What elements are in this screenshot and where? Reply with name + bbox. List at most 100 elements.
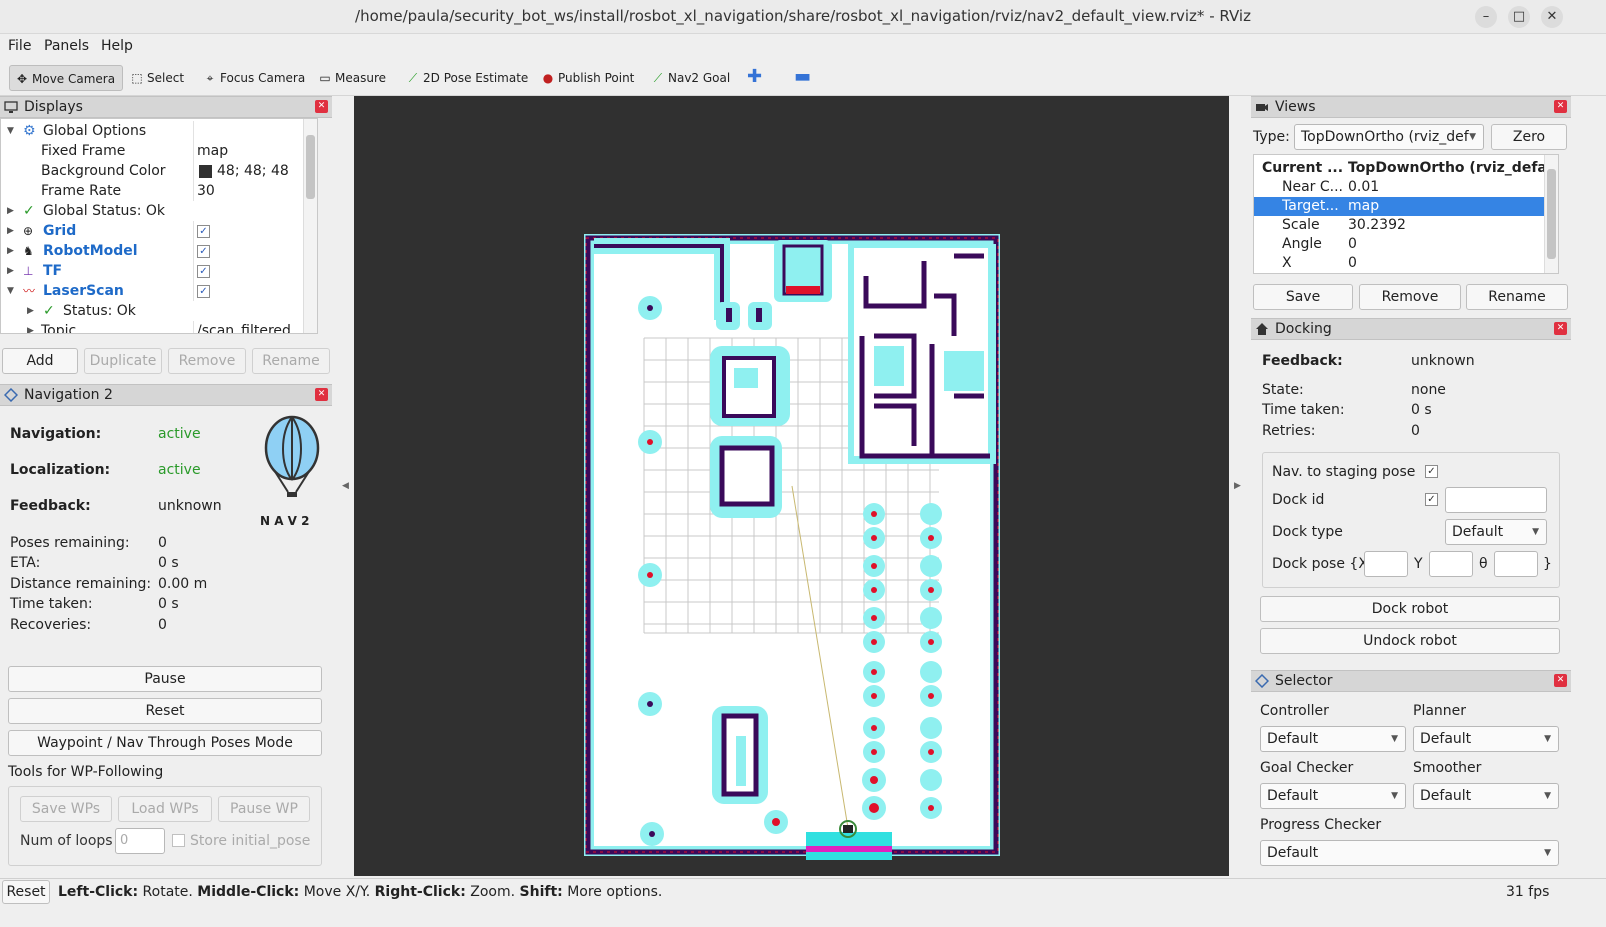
robot-model [843, 825, 853, 833]
controller-select[interactable]: Default ▼ [1260, 726, 1406, 752]
tree-row-fixed-frame[interactable]: Fixed Frame map [1, 141, 317, 161]
save-view-button[interactable]: Save [1253, 284, 1353, 310]
goal-checker-select[interactable]: Default ▼ [1260, 783, 1406, 809]
undock-robot-button[interactable]: Undock robot [1260, 628, 1560, 654]
rviz-3d-viewport[interactable] [354, 96, 1229, 876]
nav2-goal-tool[interactable]: ⟋ Nav2 Goal [646, 65, 734, 91]
remove-display-button[interactable]: Remove [168, 348, 246, 374]
property-value[interactable]: 0.01 [1348, 178, 1379, 197]
tree-row-global-status[interactable]: ▶ ✓ Global Status: Ok [1, 201, 317, 221]
view-property-row-selected[interactable]: Target... map [1254, 197, 1546, 216]
maximize-button[interactable]: □ [1508, 6, 1530, 28]
enable-checkbox[interactable]: ✓ [197, 265, 210, 278]
reset-button[interactable]: Reset [8, 698, 322, 724]
smoother-select[interactable]: Default ▼ [1413, 783, 1559, 809]
scrollbar-thumb[interactable] [306, 135, 315, 199]
tree-value[interactable]: 48; 48; 48 [217, 161, 289, 181]
view-property-row[interactable]: Angle 0 [1254, 235, 1546, 254]
displays-tree[interactable]: ▼ ⚙ Global Options Fixed Frame map Backg… [0, 118, 318, 334]
tree-row-tf[interactable]: ▶ ⊥ TF ✓ [1, 261, 317, 281]
menu-help[interactable]: Help [101, 38, 133, 54]
column-divider [193, 141, 194, 161]
view-property-row[interactable]: Scale 30.2392 [1254, 216, 1546, 235]
waypoint-mode-button[interactable]: Waypoint / Nav Through Poses Mode [8, 730, 322, 756]
tree-value[interactable]: map [197, 141, 228, 161]
tree-row-grid[interactable]: ▶ ⊕ Grid ✓ [1, 221, 317, 241]
view-property-row[interactable]: X 0 [1254, 254, 1546, 273]
close-panel-icon[interactable]: ✕ [315, 100, 328, 113]
tree-scrollbar[interactable] [303, 119, 317, 333]
view-property-header[interactable]: Current ... TopDownOrtho (rviz_defaul... [1254, 159, 1558, 178]
tree-row-background-color[interactable]: Background Color 48; 48; 48 [1, 161, 317, 181]
enable-checkbox[interactable]: ✓ [197, 245, 210, 258]
property-value[interactable]: 30.2392 [1348, 216, 1406, 235]
planner-select[interactable]: Default ▼ [1413, 726, 1559, 752]
add-tool-button[interactable]: ✚ [743, 65, 766, 91]
load-wps-button[interactable]: Load WPs [118, 796, 212, 822]
close-window-button[interactable]: ✕ [1541, 6, 1563, 28]
staging-pose-checkbox[interactable]: ✓ [1425, 465, 1438, 478]
close-panel-icon[interactable]: ✕ [1554, 100, 1567, 113]
measure-tool[interactable]: ▭ Measure [313, 65, 390, 91]
pose-estimate-tool[interactable]: ⟋ 2D Pose Estimate [401, 65, 532, 91]
eta-label: ETA: [10, 555, 41, 571]
enable-checkbox[interactable]: ✓ [197, 225, 210, 238]
dock-pose-theta-input[interactable] [1494, 551, 1538, 577]
tree-row-robotmodel[interactable]: ▶ ♞ RobotModel ✓ [1, 241, 317, 261]
close-panel-icon[interactable]: ✕ [1554, 674, 1567, 687]
tree-row-topic[interactable]: ▶ Topic /scan_filtered [1, 321, 317, 333]
close-panel-icon[interactable]: ✕ [315, 388, 328, 401]
save-wps-button[interactable]: Save WPs [20, 796, 112, 822]
dock-type-select[interactable]: Default ▼ [1445, 519, 1547, 545]
add-display-button[interactable]: Add [2, 348, 78, 374]
dock-robot-button[interactable]: Dock robot [1260, 596, 1560, 622]
duplicate-display-button[interactable]: Duplicate [84, 348, 162, 374]
view-property-row[interactable]: Near C... 0.01 [1254, 178, 1546, 197]
dock-id-checkbox[interactable]: ✓ [1425, 493, 1438, 506]
menu-panels[interactable]: Panels [44, 38, 89, 54]
pause-button[interactable]: Pause [8, 666, 322, 692]
remove-view-button[interactable]: Remove [1359, 284, 1461, 310]
property-value[interactable]: map [1348, 197, 1379, 216]
enable-checkbox[interactable]: ✓ [197, 285, 210, 298]
dock-pose-y-label: Y [1414, 556, 1423, 572]
property-value[interactable]: 0 [1348, 235, 1357, 254]
tree-row-global-options[interactable]: ▼ ⚙ Global Options [1, 121, 317, 141]
minimize-button[interactable]: – [1475, 6, 1497, 28]
reset-time-button[interactable]: Reset [2, 880, 50, 904]
close-panel-icon[interactable]: ✕ [1554, 322, 1567, 335]
dock-pose-x-input[interactable] [1364, 551, 1408, 577]
rename-view-button[interactable]: Rename [1466, 284, 1568, 310]
chevron-down-icon: ▼ [1532, 527, 1539, 537]
tree-value[interactable]: /scan_filtered [197, 321, 291, 333]
tree-row-laserscan-status[interactable]: ▶ ✓ Status: Ok [1, 301, 317, 321]
dock-pose-y-input[interactable] [1429, 551, 1473, 577]
tree-value[interactable]: 30 [197, 181, 215, 201]
tree-row-frame-rate[interactable]: Frame Rate 30 [1, 181, 317, 201]
rename-display-button[interactable]: Rename [252, 348, 330, 374]
left-splitter-arrow-icon[interactable]: ◀ [342, 481, 349, 491]
remove-tool-button[interactable]: ▬ [790, 65, 815, 91]
tree-row-laserscan[interactable]: ▼ 〰 LaserScan ✓ [1, 281, 317, 301]
zero-view-button[interactable]: Zero [1491, 124, 1567, 150]
pause-wp-button[interactable]: Pause WP [218, 796, 310, 822]
goal-checker-label: Goal Checker [1260, 760, 1354, 776]
move-camera-tool[interactable]: ✥ Move Camera [9, 65, 123, 91]
view-properties-table[interactable]: Current ... TopDownOrtho (rviz_defaul...… [1253, 154, 1559, 274]
store-initial-pose-checkbox[interactable] [172, 834, 185, 847]
distance-remaining-label: Distance remaining: [10, 576, 152, 592]
view-type-select[interactable]: TopDownOrtho (rviz_def ▼ [1294, 124, 1484, 150]
select-tool[interactable]: ⬚ Select [125, 65, 188, 91]
progress-checker-select[interactable]: Default ▼ [1260, 840, 1559, 866]
publish-point-tool[interactable]: ● Publish Point [536, 65, 638, 91]
views-scrollbar[interactable] [1544, 155, 1558, 273]
property-label: Scale [1282, 217, 1320, 233]
num-loops-input[interactable]: 0 [115, 828, 165, 854]
focus-camera-tool[interactable]: ⌖ Focus Camera [198, 65, 309, 91]
menu-file[interactable]: File [8, 38, 31, 54]
dock-id-input[interactable] [1445, 487, 1547, 513]
scrollbar-thumb[interactable] [1547, 169, 1556, 259]
right-splitter-arrow-icon[interactable]: ▶ [1234, 481, 1241, 491]
color-swatch[interactable] [199, 165, 212, 178]
property-value[interactable]: 0 [1348, 254, 1357, 273]
